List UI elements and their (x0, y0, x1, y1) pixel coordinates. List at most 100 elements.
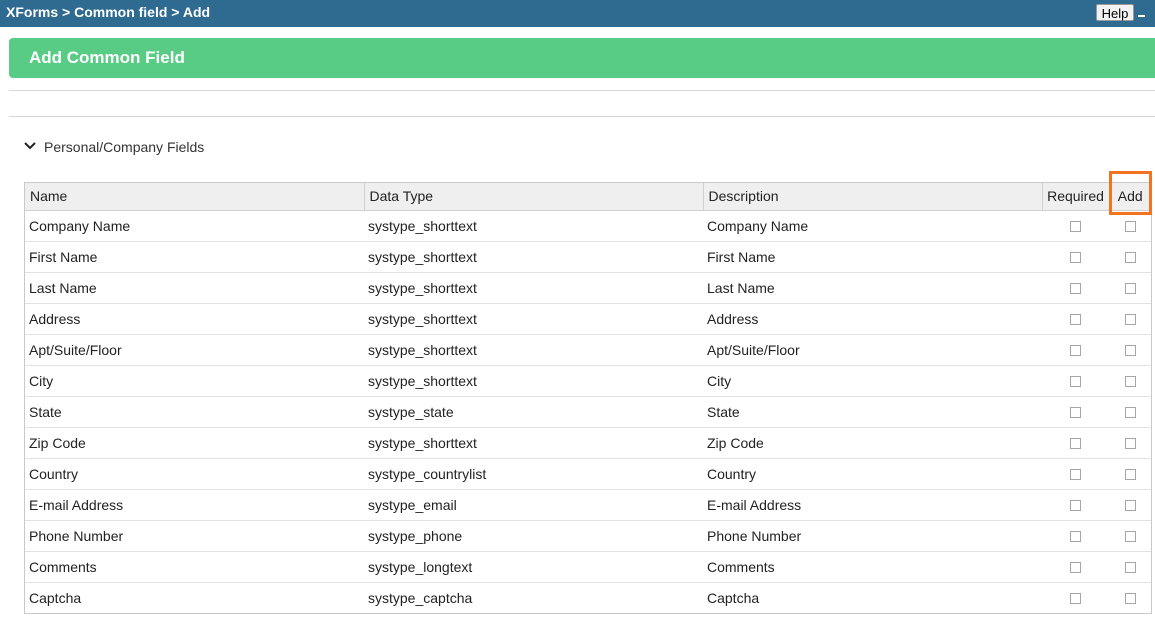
cell-name: State (25, 396, 364, 428)
cell-name: Apt/Suite/Floor (25, 334, 364, 366)
add-checkbox[interactable] (1124, 592, 1136, 604)
cell-data-type: systype_email (364, 489, 703, 521)
table-row[interactable]: Address systype_shorttext Address (25, 303, 1151, 335)
add-checkbox[interactable] (1124, 344, 1136, 356)
required-checkbox[interactable] (1070, 251, 1081, 263)
table-row[interactable]: Comments systype_longtext Comments (25, 551, 1151, 583)
table-row[interactable]: Zip Code systype_shorttext Zip Code (25, 427, 1151, 459)
cell-required (1042, 365, 1109, 397)
cell-add (1109, 241, 1151, 273)
add-checkbox[interactable] (1124, 437, 1136, 449)
cell-add (1109, 489, 1151, 521)
breadcrumb: XForms > Common field > Add (6, 4, 211, 20)
add-checkbox[interactable] (1124, 251, 1136, 263)
add-checkbox[interactable] (1124, 406, 1136, 418)
column-header-add[interactable]: Add (1109, 183, 1151, 211)
required-checkbox[interactable] (1070, 592, 1081, 604)
cell-data-type: systype_shorttext (364, 427, 703, 459)
cell-description: E-mail Address (703, 489, 1042, 521)
cell-description: City (703, 365, 1042, 397)
top-bar: XForms > Common field > Add Help (0, 0, 1155, 27)
cell-name: Zip Code (25, 427, 364, 459)
column-header-required[interactable]: Required (1042, 183, 1110, 211)
minimize-icon[interactable] (1138, 15, 1145, 17)
fields-table: Name Data Type Description Required Add … (24, 182, 1152, 614)
help-button[interactable]: Help (1096, 4, 1134, 21)
cell-required (1042, 458, 1109, 490)
table-row[interactable]: Captcha systype_captcha Captcha (25, 583, 1151, 614)
table-row[interactable]: State systype_state State (25, 396, 1151, 428)
add-checkbox[interactable] (1124, 468, 1136, 480)
table-header-row: Name Data Type Description Required Add (25, 183, 1151, 211)
cell-name: Phone Number (25, 520, 364, 552)
cell-name: City (25, 365, 364, 397)
required-checkbox[interactable] (1070, 561, 1081, 573)
cell-add (1109, 427, 1151, 459)
cell-description: State (703, 396, 1042, 428)
cell-required (1042, 583, 1109, 614)
divider (9, 90, 1155, 91)
cell-required (1042, 241, 1109, 273)
table-row[interactable]: Country systype_countrylist Country (25, 458, 1151, 490)
chevron-down-icon (24, 142, 36, 150)
cell-data-type: systype_state (364, 396, 703, 428)
cell-add (1109, 396, 1151, 428)
cell-add (1109, 334, 1151, 366)
cell-description: First Name (703, 241, 1042, 273)
cell-add (1109, 210, 1151, 242)
cell-description: Phone Number (703, 520, 1042, 552)
cell-add (1109, 583, 1151, 614)
required-checkbox[interactable] (1070, 282, 1081, 294)
column-header-name[interactable]: Name (25, 183, 365, 211)
cell-name: Country (25, 458, 364, 490)
cell-name: Comments (25, 551, 364, 583)
column-header-description[interactable]: Description (703, 183, 1043, 211)
cell-required (1042, 520, 1109, 552)
required-checkbox[interactable] (1070, 499, 1081, 511)
add-checkbox[interactable] (1124, 530, 1136, 542)
required-checkbox[interactable] (1070, 530, 1081, 542)
table-row[interactable]: City systype_shorttext City (25, 365, 1151, 397)
cell-description: Apt/Suite/Floor (703, 334, 1042, 366)
cell-description: Captcha (707, 590, 760, 606)
required-checkbox[interactable] (1070, 406, 1081, 418)
cell-data-type: systype_phone (364, 520, 703, 552)
cell-description: Country (703, 458, 1042, 490)
required-checkbox[interactable] (1070, 313, 1081, 325)
required-checkbox[interactable] (1070, 437, 1081, 449)
divider (9, 116, 1155, 117)
table-row[interactable]: Apt/Suite/Floor systype_shorttext Apt/Suit… (25, 334, 1151, 366)
add-checkbox[interactable] (1124, 375, 1136, 387)
add-checkbox[interactable] (1124, 282, 1136, 294)
cell-name: Company Name (25, 210, 364, 242)
cell-add (1109, 272, 1151, 304)
cell-required (1042, 210, 1109, 242)
cell-name: First Name (25, 241, 364, 273)
table-row[interactable]: First Name systype_shorttext First Name (25, 241, 1151, 273)
cell-required (1042, 334, 1109, 366)
add-checkbox[interactable] (1124, 313, 1136, 325)
cell-name: Captcha (29, 590, 82, 606)
add-checkbox[interactable] (1124, 561, 1136, 573)
required-checkbox[interactable] (1070, 375, 1081, 387)
page-title: Add Common Field (29, 48, 185, 67)
table-row[interactable]: Phone Number systype_phone Phone Number (25, 520, 1151, 552)
cell-name: Last Name (25, 272, 364, 304)
required-checkbox[interactable] (1070, 344, 1081, 356)
add-checkbox[interactable] (1124, 220, 1136, 232)
cell-add (1109, 303, 1151, 335)
column-header-data-type[interactable]: Data Type (364, 183, 704, 211)
cell-add (1109, 458, 1151, 490)
table-row[interactable]: Company Name systype_shorttext Company Nam… (25, 210, 1151, 242)
required-checkbox[interactable] (1070, 468, 1081, 480)
cell-description: Zip Code (703, 427, 1042, 459)
cell-required (1042, 303, 1109, 335)
table-row[interactable]: Last Name systype_shorttext Last Name (25, 272, 1151, 304)
section-label: Personal/Company Fields (44, 139, 205, 155)
add-checkbox[interactable] (1124, 499, 1136, 511)
required-checkbox[interactable] (1070, 220, 1081, 232)
cell-description: Address (703, 303, 1042, 335)
cell-required (1042, 427, 1109, 459)
table-row[interactable]: E-mail Address systype_email E-mail Addres… (25, 489, 1151, 521)
cell-data-type: systype_longtext (364, 551, 703, 583)
